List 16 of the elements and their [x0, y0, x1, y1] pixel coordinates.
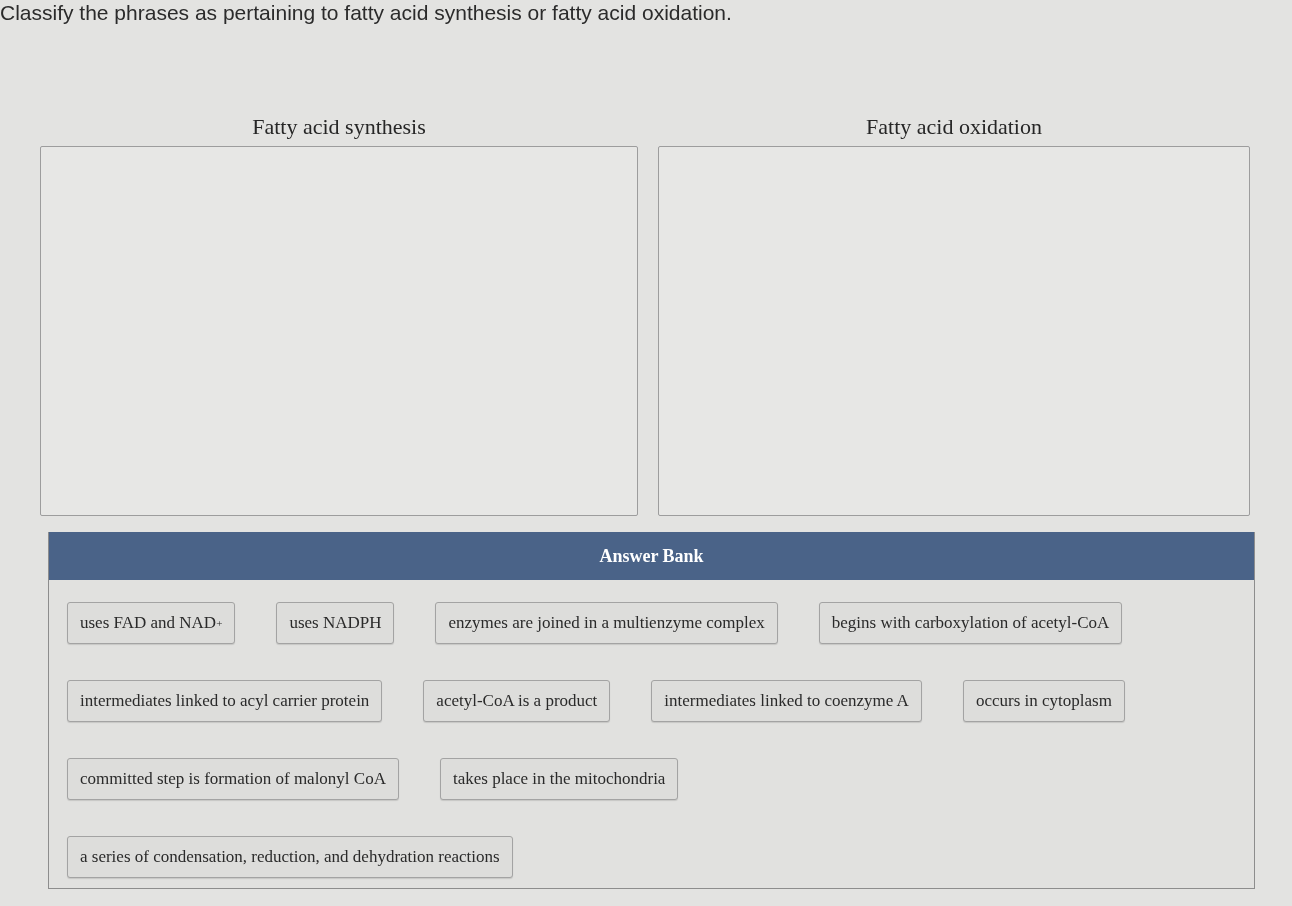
answer-chip[interactable]: intermediates linked to coenzyme A — [651, 680, 922, 722]
answer-chip[interactable]: enzymes are joined in a multienzyme complex — [435, 602, 778, 644]
answer-chip[interactable]: begins with carboxylation of acetyl-CoA — [818, 602, 1123, 644]
category-heading: Fatty acid synthesis — [252, 114, 426, 140]
answer-chip[interactable]: a series of condensation, reduction, and dehydration reactions — [67, 836, 513, 878]
answer-chip[interactable]: uses NADPH — [276, 602, 395, 644]
drop-zone[interactable] — [658, 146, 1250, 516]
answer-chip[interactable]: intermediates linked to acyl carrier protein — [67, 680, 383, 722]
answer-chip[interactable]: committed step is formation of malonyl CoA — [67, 758, 399, 800]
answer-chip[interactable]: occurs in cytoplasm — [962, 680, 1125, 722]
question-text: Classify the phrases as pertaining to fatty acid synthesis or fatty acid oxidation. — [0, 0, 732, 26]
drop-zone[interactable] — [40, 146, 638, 516]
answer-chip[interactable]: acetyl-CoA is a product — [423, 680, 611, 722]
answer-bank-header: Answer Bank — [49, 532, 1254, 580]
answer-chip[interactable]: takes place in the mitochondria — [439, 758, 679, 800]
category-heading: Fatty acid oxidation — [866, 114, 1042, 140]
